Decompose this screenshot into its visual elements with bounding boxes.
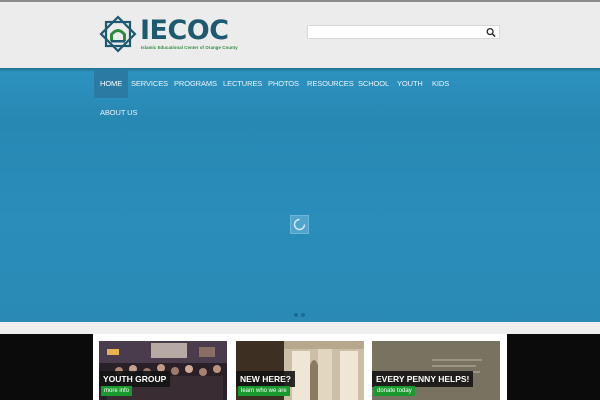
mosque-star-logo-icon: [99, 15, 137, 53]
card-every-penny-helps[interactable]: EVERY PENNY HELPS! donate today: [372, 341, 500, 400]
donate-today-button[interactable]: donate today: [374, 386, 415, 396]
nav-item-home[interactable]: HOME: [94, 70, 129, 98]
card-title: NEW HERE?: [236, 371, 295, 387]
card-title: YOUTH GROUP: [99, 371, 171, 387]
card-title: EVERY PENNY HELPS!: [372, 371, 474, 387]
header-shadow: [0, 68, 600, 72]
slider-pagination: [294, 313, 306, 318]
spinner-icon: [293, 218, 306, 231]
slider-dot-1[interactable]: [294, 313, 298, 317]
site-header: IECOC Islamic Educational Center of Oran…: [0, 2, 600, 68]
nav-item-photos[interactable]: PHOTOS: [268, 70, 299, 98]
site-logo[interactable]: IECOC Islamic Educational Center of Oran…: [98, 14, 238, 58]
nav-item-youth[interactable]: YOUTH: [397, 70, 423, 98]
card-new-here[interactable]: NEW HERE? learn who we are: [236, 341, 364, 400]
logo-tagline: Islamic Educational Center of Orange Cou…: [141, 45, 238, 50]
search-input[interactable]: [308, 26, 483, 38]
loading-spinner: [290, 215, 309, 234]
nav-item-resources[interactable]: RESOURCES: [307, 70, 354, 98]
section-separator: [0, 322, 600, 334]
nav-item-school[interactable]: SCHOOL: [358, 70, 389, 98]
hero-slider: [0, 68, 600, 322]
nav-item-lectures[interactable]: LECTURES: [223, 70, 262, 98]
logo-wordmark: IECOC: [140, 15, 229, 46]
search-icon[interactable]: [485, 27, 497, 38]
slider-dot-2[interactable]: [301, 313, 305, 317]
search-box: [307, 25, 500, 39]
learn-who-we-are-button[interactable]: learn who we are: [238, 386, 290, 396]
nav-item-about-us[interactable]: ABOUT US: [100, 99, 138, 127]
more-info-button[interactable]: more info: [101, 386, 133, 396]
nav-item-programs[interactable]: PROGRAMS: [174, 70, 217, 98]
nav-item-kids[interactable]: KIDS: [432, 70, 449, 98]
card-youth-group[interactable]: YOUTH GROUP more info: [99, 341, 227, 400]
nav-item-services[interactable]: SERVICES: [131, 70, 168, 98]
